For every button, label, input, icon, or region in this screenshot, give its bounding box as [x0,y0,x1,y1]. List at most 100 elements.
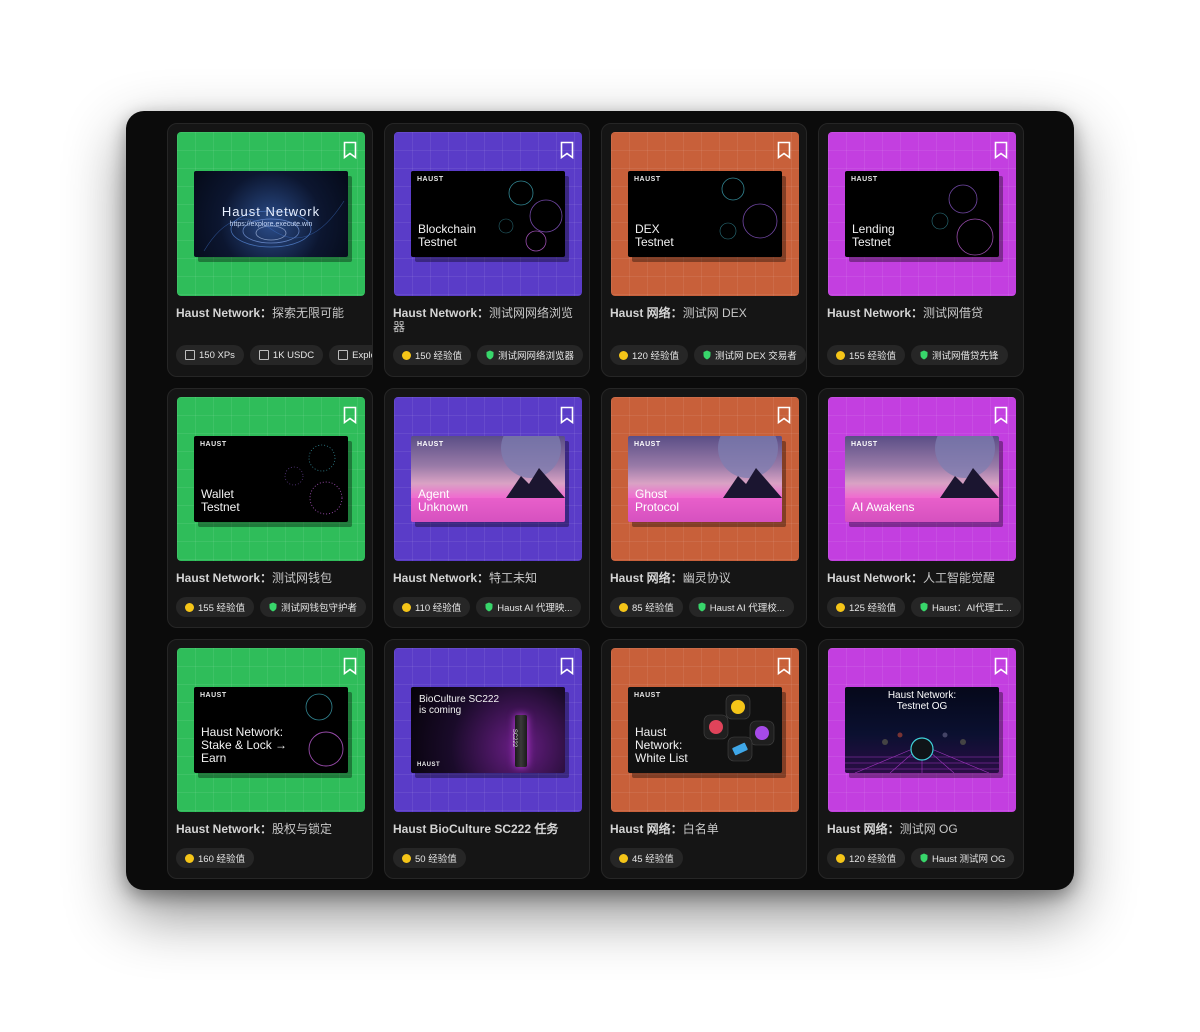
bookmark-icon[interactable] [777,141,791,159]
cover-title: Lending Testnet [852,222,895,249]
cover-art: HAUST Ghost Protocol [628,436,782,522]
bookmark-icon[interactable] [994,657,1008,675]
quest-card[interactable]: HAUST DEX Testnet Haust 网络：测试网 DEX 120 经… [601,123,807,377]
cover-title: Haust Network: Testnet OG [887,690,957,712]
reward-chips: 155 经验值 测试网钱包守护者 [176,597,372,617]
cover-title: BioCulture SC222 is coming [419,694,500,716]
coin-icon [619,602,628,612]
quest-card[interactable]: HAUST Ghost Protocol Haust 网络：幽灵协议 85 经验… [601,388,807,628]
card-title: Haust 网络：测试网 DEX [610,306,747,320]
cover-art: HAUST Haust Network: Stake & Lock → Earn [194,687,348,773]
quest-card[interactable]: HAUST Lending Testnet Haust Network：测试网借… [818,123,1024,377]
coin-icon [836,853,845,863]
brand-logo: HAUST [851,176,878,183]
card-title: Haust Network：测试网钱包 [176,571,333,585]
cover-art: HAUST AI Awakens [845,436,999,522]
quest-card[interactable]: HAUST Haust Network: White List Haust 网络… [601,639,807,879]
xp-chip: 150 经验值 [393,345,471,365]
coin-icon [836,602,845,612]
quest-card[interactable]: HAUST Wallet Testnet Haust Network：测试网钱包… [167,388,373,628]
cover-art: Haust Network https://explore.execute.wi… [194,171,348,257]
bookmark-icon[interactable] [777,657,791,675]
quest-card[interactable]: HAUST Agent Unknown Haust Network：特工未知 1… [384,388,590,628]
quest-card[interactable]: HAUST AI Awakens Haust Network：人工智能觉醒 12… [818,388,1024,628]
bookmark-icon[interactable] [560,657,574,675]
card-cover: Haust Network: Testnet OG [828,648,1016,812]
quest-card[interactable]: Haust Network: Testnet OG Haust 网络：测试网 O… [818,639,1024,879]
card-cover: HAUST AI Awakens [828,397,1016,561]
reward-chip: Explo [329,345,372,365]
cover-title: AI Awakens [852,500,915,514]
cover-title: Blockchain Testnet [418,222,477,249]
quest-card[interactable]: BioCulture SC222 is coming SC222 HAUST H… [384,639,590,879]
bookmark-icon[interactable] [777,406,791,424]
coin-icon [836,350,845,360]
quest-card[interactable]: HAUST Haust Network: Stake & Lock → Earn… [167,639,373,879]
coin-icon [185,602,194,612]
reward-chips: 120 经验值 测试网 DEX 交易者 [610,345,806,365]
xp-chip: 110 经验值 [393,597,471,617]
badge-chip: 测试网网络浏览器 [477,345,584,365]
bookmark-icon[interactable] [343,406,357,424]
reward-chip: 1K USDC [249,345,324,365]
cover-title: DEX Testnet [635,222,674,249]
bookmark-icon[interactable] [560,141,574,159]
badge-chip: 测试网 DEX 交易者 [694,345,806,365]
cover-title: Ghost Protocol [635,487,680,514]
reward-chips: 110 经验值 Haust AI 代理映... [393,597,589,617]
bookmark-icon[interactable] [994,141,1008,159]
bookmark-icon[interactable] [560,406,574,424]
cover-art: Haust Network: Testnet OG [845,687,999,773]
card-title: Haust 网络：测试网 OG [827,822,958,836]
cover-url: https://explore.execute.win [229,221,313,228]
bookmark-icon[interactable] [343,141,357,159]
cover-art: HAUST Blockchain Testnet [411,171,565,257]
card-cover: Haust Network https://explore.execute.wi… [177,132,365,296]
cover-art: HAUST Wallet Testnet [194,436,348,522]
coin-icon [402,350,411,360]
card-cover: HAUST Agent Unknown [394,397,582,561]
quest-card[interactable]: HAUST Blockchain Testnet Haust Network：测… [384,123,590,377]
bookmark-icon[interactable] [343,657,357,675]
card-cover: HAUST Haust Network: Stake & Lock → Earn [177,648,365,812]
reward-chips: 125 经验值 Haust：AI代理工... [827,597,1023,617]
quest-card[interactable]: Haust Network https://explore.execute.wi… [167,123,373,377]
xp-chip: 45 经验值 [610,848,683,868]
badge-icon [920,853,928,863]
reward-chips: 85 经验值 Haust AI 代理校... [610,597,806,617]
badge-chip: 测试网钱包守护者 [260,597,367,617]
cover-art: HAUST Agent Unknown [411,436,565,522]
reward-chips: 155 经验值 测试网借贷先锋 [827,345,1023,365]
brand-logo: HAUST [200,441,227,448]
xp-chip: 50 经验值 [393,848,466,868]
card-cover: HAUST DEX Testnet [611,132,799,296]
bookmark-icon[interactable] [994,406,1008,424]
xp-chip: 155 经验值 [827,345,905,365]
brand-logo: HAUST [417,176,444,183]
badge-chip: Haust AI 代理校... [688,597,794,617]
badge-chip: Haust AI 代理映... [476,597,582,617]
coin-icon [619,350,628,360]
xp-chip: 160 经验值 [176,848,254,868]
brand-logo: HAUST [417,441,444,448]
cover-art: BioCulture SC222 is coming SC222 HAUST [411,687,565,773]
sample-vial: SC222 [511,715,527,767]
card-cover: HAUST Lending Testnet [828,132,1016,296]
card-title: Haust 网络：幽灵协议 [610,571,731,585]
reward-chip: 150 XPs [176,345,244,365]
cover-title: Wallet Testnet [201,487,240,514]
cover-art: HAUST Haust Network: White List [628,687,782,773]
brand-logo: HAUST [200,692,227,699]
coin-icon [402,602,411,612]
badge-icon [698,602,706,612]
xp-chip: 125 经验值 [827,597,905,617]
card-title: Haust Network：测试网网络浏览器 [393,306,574,334]
card-cover: HAUST Ghost Protocol [611,397,799,561]
card-cover: HAUST Wallet Testnet [177,397,365,561]
badge-icon [920,602,928,612]
xp-chip: 85 经验值 [610,597,683,617]
badge-icon [920,350,928,360]
quest-card-grid: Haust Network https://explore.execute.wi… [167,123,1024,879]
card-title: Haust 网络：白名单 [610,822,719,836]
xp-chip: 155 经验值 [176,597,254,617]
